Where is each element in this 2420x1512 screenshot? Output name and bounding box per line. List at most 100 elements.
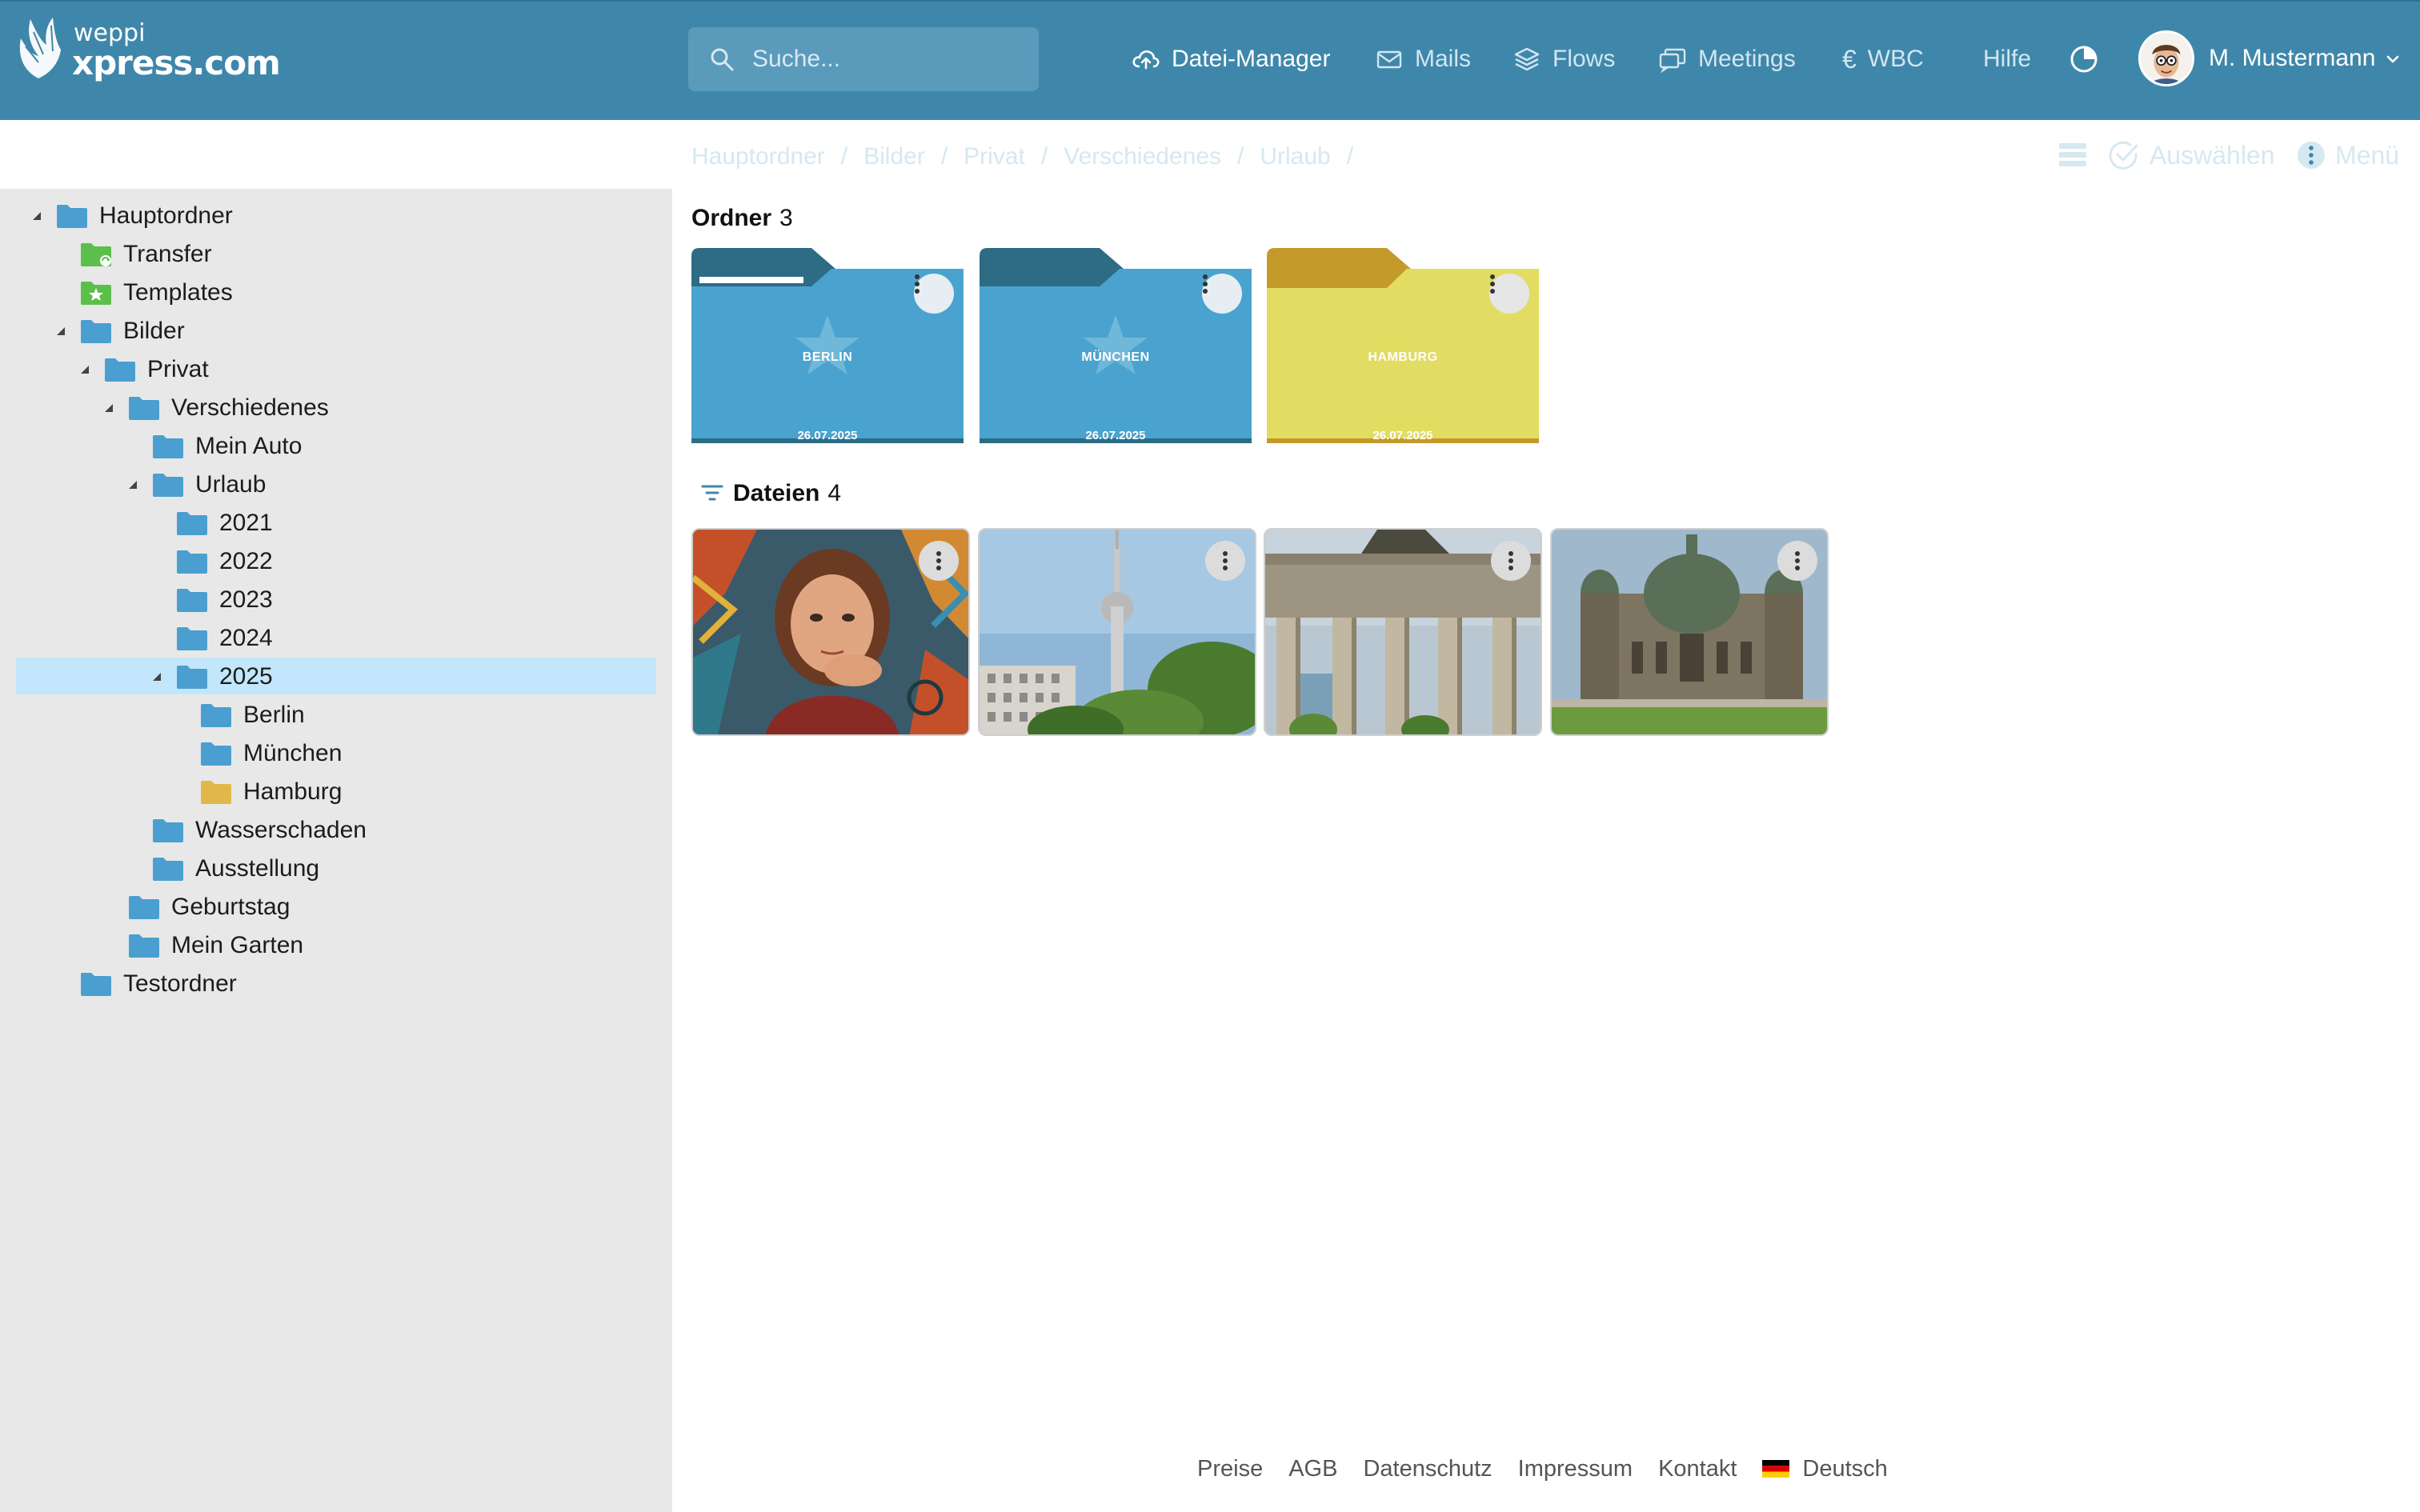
folder-more-button[interactable] xyxy=(914,274,954,314)
folder-icon xyxy=(177,512,207,535)
folder-tree-sidebar xyxy=(0,189,672,1512)
file-more-button[interactable] xyxy=(919,541,959,581)
folder-name: HAMBURG xyxy=(1368,350,1438,364)
more-vertical-circle-icon[interactable] xyxy=(2295,139,2327,171)
tree-item[interactable]: Wasserschaden xyxy=(123,813,367,848)
tree-item[interactable]: Testordner xyxy=(51,966,237,1002)
nav-label: Hilfe xyxy=(1983,46,2032,72)
file-card-girl-portrait[interactable] xyxy=(691,528,970,736)
folder-icon xyxy=(177,589,207,612)
folder-more-button[interactable] xyxy=(1202,274,1242,314)
tree-item[interactable]: Bilder xyxy=(51,314,185,349)
select-button[interactable]: Auswählen xyxy=(2150,141,2275,170)
footer-link-kontakt[interactable]: Kontakt xyxy=(1658,1456,1737,1482)
tree-item[interactable]: Ausstellung xyxy=(123,851,319,886)
nav-hilfe[interactable]: Hilfe xyxy=(1983,42,2031,77)
tree-item[interactable]: Transfer xyxy=(51,237,212,272)
expand-toggle-icon[interactable] xyxy=(147,667,166,686)
tree-item-label: Transfer xyxy=(123,241,212,267)
tree-item[interactable]: Templates xyxy=(51,275,233,310)
toggle-spacer xyxy=(147,514,166,533)
user-name[interactable]: M. Mustermann xyxy=(2209,45,2375,72)
chevron-down-icon[interactable] xyxy=(2383,50,2402,69)
search-input[interactable] xyxy=(752,42,1024,77)
grid-view-icon[interactable] xyxy=(2002,139,2034,171)
tree-item[interactable]: 2021 xyxy=(147,506,273,541)
file-card-brandenburg-gate[interactable] xyxy=(1264,528,1542,736)
footer-link-agb[interactable]: AGB xyxy=(1288,1456,1337,1482)
tree-item[interactable]: Mein Auto xyxy=(123,429,302,464)
folder-card-hamburg[interactable]: HAMBURG 26.07.2025 xyxy=(1267,248,1539,443)
tree-item-label: Verschiedenes xyxy=(171,394,329,421)
expand-toggle-icon[interactable] xyxy=(75,360,94,379)
tree-item-label: Mein Garten xyxy=(171,932,304,958)
nav-datei-manager[interactable]: Datei-Manager xyxy=(1132,42,1330,77)
nav-label: Mails xyxy=(1415,46,1472,72)
toggle-spacer xyxy=(147,629,166,648)
file-more-button[interactable] xyxy=(1491,541,1531,581)
expand-toggle-icon[interactable] xyxy=(99,398,118,418)
avatar[interactable] xyxy=(2138,30,2194,86)
language-selector[interactable]: Deutsch xyxy=(1802,1456,1887,1482)
filter-icon[interactable] xyxy=(701,483,723,502)
tree-item-label: München xyxy=(243,740,343,766)
folder-card-berlin[interactable]: BERLIN 26.07.2025 xyxy=(691,248,964,443)
more-vertical-icon xyxy=(1508,551,1513,570)
nav-wbc[interactable]: € WBC xyxy=(1842,42,1924,77)
toggle-spacer xyxy=(51,245,70,264)
time-tracker-icon[interactable] xyxy=(2068,43,2100,75)
file-more-button[interactable] xyxy=(1205,541,1245,581)
footer-link-impressum[interactable]: Impressum xyxy=(1518,1456,1633,1482)
files-count: 4 xyxy=(827,480,842,506)
file-card-berlin-cathedral[interactable] xyxy=(1550,528,1829,736)
list-view-icon[interactable] xyxy=(2057,139,2089,171)
tree-item[interactable]: 2022 xyxy=(147,544,273,579)
breadcrumb-item[interactable]: Privat xyxy=(964,143,1025,170)
breadcrumb-item[interactable]: Urlaub xyxy=(1260,143,1330,170)
meetings-icon xyxy=(1659,48,1686,74)
menu-button[interactable]: Menü xyxy=(2335,141,2399,170)
expand-toggle-icon[interactable] xyxy=(123,475,142,494)
check-circle-icon[interactable] xyxy=(2108,139,2140,171)
folder-name: BERLIN xyxy=(802,350,853,364)
folder-more-button[interactable] xyxy=(1489,274,1529,314)
tree-item[interactable]: Urlaub xyxy=(123,467,266,502)
mail-icon xyxy=(1376,50,1402,69)
file-more-button[interactable] xyxy=(1777,541,1817,581)
tree-item[interactable]: 2023 xyxy=(147,582,273,618)
folder-icon xyxy=(201,704,231,727)
tree-item[interactable]: Mein Garten xyxy=(99,928,303,963)
breadcrumb-item[interactable]: Bilder xyxy=(863,143,925,170)
tree-item-label: 2022 xyxy=(219,548,273,574)
file-card-tv-tower[interactable] xyxy=(978,528,1256,736)
nav-mails[interactable]: Mails xyxy=(1375,42,1471,77)
tree-item[interactable]: Berlin xyxy=(171,698,305,733)
tree-item[interactable]: 2025 xyxy=(147,659,273,694)
footer-link-datenschutz[interactable]: Datenschutz xyxy=(1363,1456,1492,1482)
nav-flows[interactable]: Flows xyxy=(1512,42,1615,77)
footer-link-preise[interactable]: Preise xyxy=(1197,1456,1263,1482)
more-vertical-icon xyxy=(936,551,941,570)
expand-toggle-icon[interactable] xyxy=(51,322,70,341)
folder-icon xyxy=(177,627,207,650)
tree-item[interactable]: Privat xyxy=(75,352,209,387)
german-flag-icon xyxy=(1762,1460,1790,1478)
folder-card-muenchen[interactable]: MÜNCHEN 26.07.2025 xyxy=(980,248,1252,443)
tree-item[interactable]: Hauptordner xyxy=(27,198,233,234)
brand-logo[interactable]: weppi xpress.com xyxy=(14,11,281,83)
tree-item[interactable]: Geburtstag xyxy=(99,890,290,925)
files-title: Dateien xyxy=(733,480,820,506)
tree-item[interactable]: 2024 xyxy=(147,621,273,656)
breadcrumb-item[interactable]: Hauptordner xyxy=(691,143,825,170)
tree-item[interactable]: Hamburg xyxy=(171,774,342,810)
tree-item[interactable]: Verschiedenes xyxy=(99,390,329,426)
nav-meetings[interactable]: Meetings xyxy=(1658,42,1796,77)
breadcrumb-item[interactable]: Verschiedenes xyxy=(1064,143,1221,170)
tree-item-label: 2021 xyxy=(219,510,273,536)
search-box[interactable] xyxy=(688,27,1039,91)
tree-item[interactable]: München xyxy=(171,736,342,771)
tree-item-label: Wasserschaden xyxy=(195,817,367,843)
folder-icon xyxy=(129,896,159,919)
breadcrumb: Hauptordner / Bilder / Privat / Verschie… xyxy=(691,141,1423,173)
expand-toggle-icon[interactable] xyxy=(27,206,46,226)
